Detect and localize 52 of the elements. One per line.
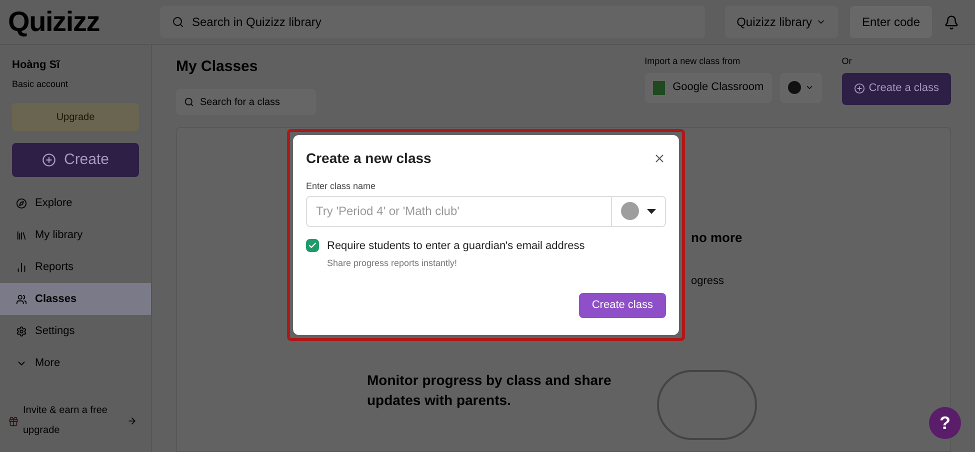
user-name: Hoàng Sĩ — [11, 58, 62, 73]
bell-icon[interactable] — [944, 14, 959, 30]
enter-code-button[interactable]: Enter code — [850, 6, 932, 38]
invite-link[interactable]: Invite & earn a free upgrade — [23, 401, 123, 441]
page-title: My Classes — [176, 57, 259, 77]
nav-item[interactable]: Explore — [0, 187, 151, 219]
settings-icon — [16, 326, 27, 336]
arrow-right-icon — [127, 416, 137, 426]
classroom-icon — [652, 80, 665, 94]
caret-icon — [804, 83, 814, 92]
import-label: Import a new class from — [644, 55, 742, 68]
checkbox-label: Require students to enter a guardian's email address — [327, 238, 585, 254]
check-icon — [308, 241, 317, 250]
card-text-fragment: no more — [691, 228, 742, 246]
nav-item[interactable]: Classes — [0, 283, 151, 315]
search-icon — [172, 16, 184, 28]
guardian-checkbox[interactable] — [306, 239, 319, 252]
or-label: Or — [842, 55, 853, 68]
plus-circle-icon — [42, 153, 56, 167]
close-icon[interactable] — [653, 152, 666, 165]
compass-icon — [16, 198, 27, 208]
search-field[interactable]: Search in Quizizz library — [160, 6, 705, 38]
nav-item[interactable]: My library — [0, 219, 151, 251]
logo-icon — [788, 81, 801, 94]
create-class-submit[interactable]: Create class — [578, 292, 666, 318]
card-text-fragment: ogress — [691, 274, 724, 289]
caret-icon — [647, 208, 656, 214]
field-label: Enter class name — [306, 180, 377, 193]
card-description: Monitor progress by class and share updates with parents. — [367, 370, 612, 410]
google-classroom-button[interactable]: Google Classroom — [644, 72, 772, 102]
color-dropdown[interactable] — [612, 196, 666, 226]
nav-item[interactable]: Settings — [0, 315, 151, 347]
create-button[interactable]: Create — [12, 143, 139, 177]
dialog-title: Create a new class — [306, 149, 432, 168]
integration-dropdown[interactable] — [780, 72, 822, 102]
upgrade-button[interactable]: Upgrade — [12, 103, 139, 131]
checkbox-hint: Share progress reports instantly! — [327, 257, 458, 270]
create-class-button[interactable]: Create a class — [842, 72, 951, 104]
help-button[interactable]: ? — [929, 407, 961, 439]
library-icon — [16, 230, 27, 240]
class-search-field[interactable]: Search for a class — [176, 89, 316, 115]
nav-item[interactable]: Reports — [0, 251, 151, 283]
nav-item[interactable]: More — [0, 347, 151, 379]
class-name-field[interactable]: Try 'Period 4' or 'Math club' — [306, 196, 612, 226]
library-dropdown[interactable]: Quizizz library — [724, 6, 838, 38]
account-type: Basic account — [11, 78, 70, 90]
users-icon — [16, 294, 27, 304]
gift-icon — [8, 416, 19, 426]
plus-circle-icon — [854, 83, 865, 94]
logo[interactable]: Quizizz — [8, 1, 148, 43]
search-icon — [184, 96, 194, 106]
chart-icon — [16, 262, 27, 272]
